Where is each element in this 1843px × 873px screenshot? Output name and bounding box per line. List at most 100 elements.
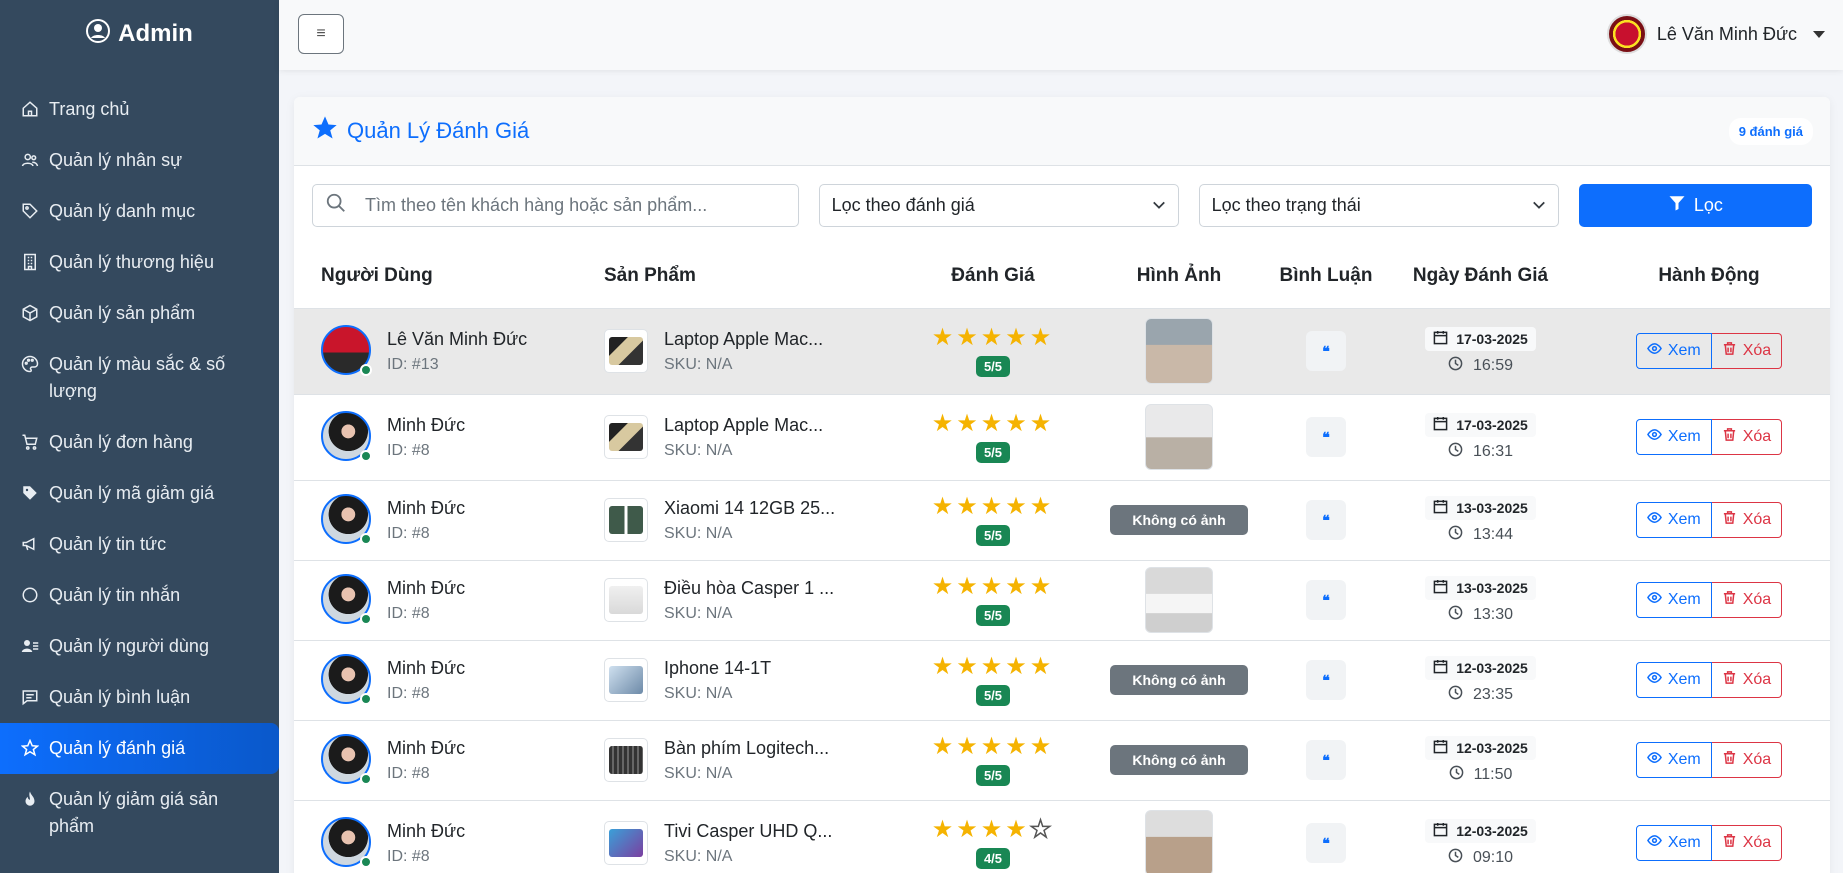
star-filled-icon: ★: [931, 492, 957, 520]
brand[interactable]: Admin: [0, 0, 279, 68]
product-name: Laptop Apple Mac...: [664, 414, 824, 435]
sidebar-item-label: Trang chủ: [49, 99, 130, 119]
sidebar-item-label: Quản lý màu sắc & số lượng: [49, 354, 226, 401]
sidebar-item-label: Quản lý người dùng: [49, 636, 209, 656]
date-cell: 17-03-2025 16:59: [1373, 307, 1588, 394]
review-photo[interactable]: [1145, 567, 1213, 633]
quote-icon[interactable]: ❝: [1306, 331, 1346, 371]
reviews-card: Quản Lý Đánh Giá 9 đánh giá Tìm theo tên…: [294, 97, 1830, 873]
sidebar-item-users[interactable]: Quản lý người dùng: [0, 621, 279, 672]
delete-button[interactable]: Xóa: [1711, 662, 1783, 698]
view-button[interactable]: Xem: [1635, 662, 1712, 698]
review-date: 12-03-2025: [1425, 818, 1536, 843]
quote-icon[interactable]: ❝: [1306, 417, 1346, 457]
megaphone-icon: [21, 535, 39, 553]
sidebar-item-reviews[interactable]: Quản lý đánh giá: [0, 723, 279, 774]
sidebar-item-orders[interactable]: Quản lý đơn hàng: [0, 417, 279, 468]
filter-button[interactable]: Lọc: [1578, 183, 1813, 227]
status-filter-select[interactable]: Lọc theo trạng thái: [1198, 183, 1559, 227]
quote-icon[interactable]: ❝: [1306, 500, 1346, 540]
user-name: Minh Đức: [387, 577, 466, 598]
review-time-text: 11:50: [1473, 765, 1513, 783]
column-header: Người Dùng: [294, 244, 585, 308]
user-cell: Minh Đức ID: #8: [294, 393, 585, 480]
review-time: 13:44: [1373, 525, 1588, 545]
product-cell: Điều hòa Casper 1 ... SKU: N/A: [585, 559, 907, 640]
avatar: [1606, 14, 1647, 54]
image-cell: Không có ảnh: [1079, 719, 1279, 800]
star-filled-icon: ★: [931, 652, 957, 680]
user-cell: Minh Đức ID: #8: [294, 799, 585, 873]
sidebar-item-home[interactable]: Trang chủ: [0, 84, 279, 135]
view-button-label: Xem: [1667, 591, 1701, 608]
star-filled-icon: ★: [931, 732, 957, 760]
review-photo[interactable]: [1145, 810, 1213, 873]
quote-icon[interactable]: ❝: [1306, 740, 1346, 780]
star-filled-icon: ★: [980, 732, 1006, 760]
clock-icon: [1448, 442, 1463, 462]
quote-icon[interactable]: ❝: [1306, 660, 1346, 700]
sidebar-item-messages[interactable]: Quản lý tin nhắn: [0, 570, 279, 621]
sidebar-item-product-discounts[interactable]: Quản lý giảm giá sản phẩm: [0, 774, 279, 852]
palette-icon: [21, 355, 39, 373]
sidebar-item-label: Quản lý thương hiệu: [49, 252, 214, 272]
star-filled-icon: ★: [1029, 732, 1055, 760]
user-name: Minh Đức: [387, 414, 466, 435]
sidebar-item-coupons[interactable]: Quản lý mã giảm giá: [0, 468, 279, 519]
no-image-badge: Không có ảnh: [1110, 505, 1248, 535]
user-name: Lê Văn Minh Đức: [1656, 23, 1797, 44]
review-time: 13:30: [1373, 605, 1588, 625]
menu-toggle-button[interactable]: ≡: [298, 14, 344, 54]
rating-filter-value: Lọc theo đánh giá: [831, 194, 975, 215]
delete-button[interactable]: Xóa: [1711, 419, 1783, 455]
review-time-text: 23:35: [1472, 685, 1514, 703]
view-button-label: Xem: [1667, 342, 1701, 359]
star-filled-icon: ★: [1005, 815, 1030, 843]
view-button[interactable]: Xem: [1635, 825, 1712, 862]
sidebar-item-categories[interactable]: Quản lý danh mục: [0, 186, 279, 237]
user-list-icon: [21, 637, 39, 655]
trash-icon: [1722, 427, 1737, 447]
sidebar-item-products[interactable]: Quản lý sản phẩm: [0, 288, 279, 339]
view-button[interactable]: Xem: [1635, 419, 1712, 455]
calendar-icon: [1433, 416, 1448, 434]
sidebar-item-brands[interactable]: Quản lý thương hiệu: [0, 237, 279, 288]
sidebar-item-colors[interactable]: Quản lý màu sắc & số lượng: [0, 339, 279, 417]
view-button[interactable]: Xem: [1635, 582, 1712, 618]
review-photo[interactable]: [1145, 404, 1213, 470]
product-cell: Tivi Casper UHD Q... SKU: N/A: [585, 799, 907, 873]
product-cell: Laptop Apple Mac... SKU: N/A: [585, 393, 907, 480]
delete-button[interactable]: Xóa: [1711, 333, 1783, 369]
view-button[interactable]: Xem: [1635, 742, 1712, 778]
rating-score-badge: 4/5: [975, 847, 1011, 869]
quote-icon[interactable]: ❝: [1306, 580, 1346, 620]
delete-button[interactable]: Xóa: [1711, 582, 1783, 618]
delete-button[interactable]: Xóa: [1711, 742, 1783, 778]
sidebar-item-comments[interactable]: Quản lý bình luận: [0, 672, 279, 723]
view-button[interactable]: Xem: [1635, 502, 1712, 538]
sidebar-item-news[interactable]: Quản lý tin tức: [0, 519, 279, 570]
box-icon: [21, 304, 39, 322]
trash-icon: [1722, 750, 1737, 770]
quote-icon[interactable]: ❝: [1306, 823, 1346, 864]
comment-cell: ❝: [1279, 479, 1373, 560]
users-icon: [21, 151, 39, 169]
cart-icon: [21, 433, 39, 451]
star-filled-icon: ★: [980, 492, 1006, 520]
date-cell: 13-03-2025 13:30: [1373, 559, 1588, 640]
user-menu[interactable]: Lê Văn Minh Đức: [1606, 14, 1825, 54]
rating-stars: ★★★★★: [907, 652, 1079, 680]
review-date: 13-03-2025: [1425, 575, 1536, 600]
search-input[interactable]: Tìm theo tên khách hàng hoặc sản phẩm...: [312, 183, 799, 227]
review-time-text: 13:30: [1472, 605, 1514, 623]
table-header-row: Người Dùng Sản Phẩm Đánh Giá Hình Ảnh Bì…: [294, 244, 1830, 308]
comment-cell: ❝: [1279, 393, 1373, 480]
rating-filter-select[interactable]: Lọc theo đánh giá: [818, 183, 1179, 227]
view-button[interactable]: Xem: [1635, 333, 1712, 369]
calendar-icon: [1433, 499, 1448, 517]
delete-button[interactable]: Xóa: [1711, 502, 1783, 538]
user-cell: Minh Đức ID: #8: [294, 559, 585, 640]
sidebar-item-staff[interactable]: Quản lý nhân sự: [0, 135, 279, 186]
delete-button[interactable]: Xóa: [1711, 825, 1783, 862]
review-photo[interactable]: [1145, 318, 1213, 384]
